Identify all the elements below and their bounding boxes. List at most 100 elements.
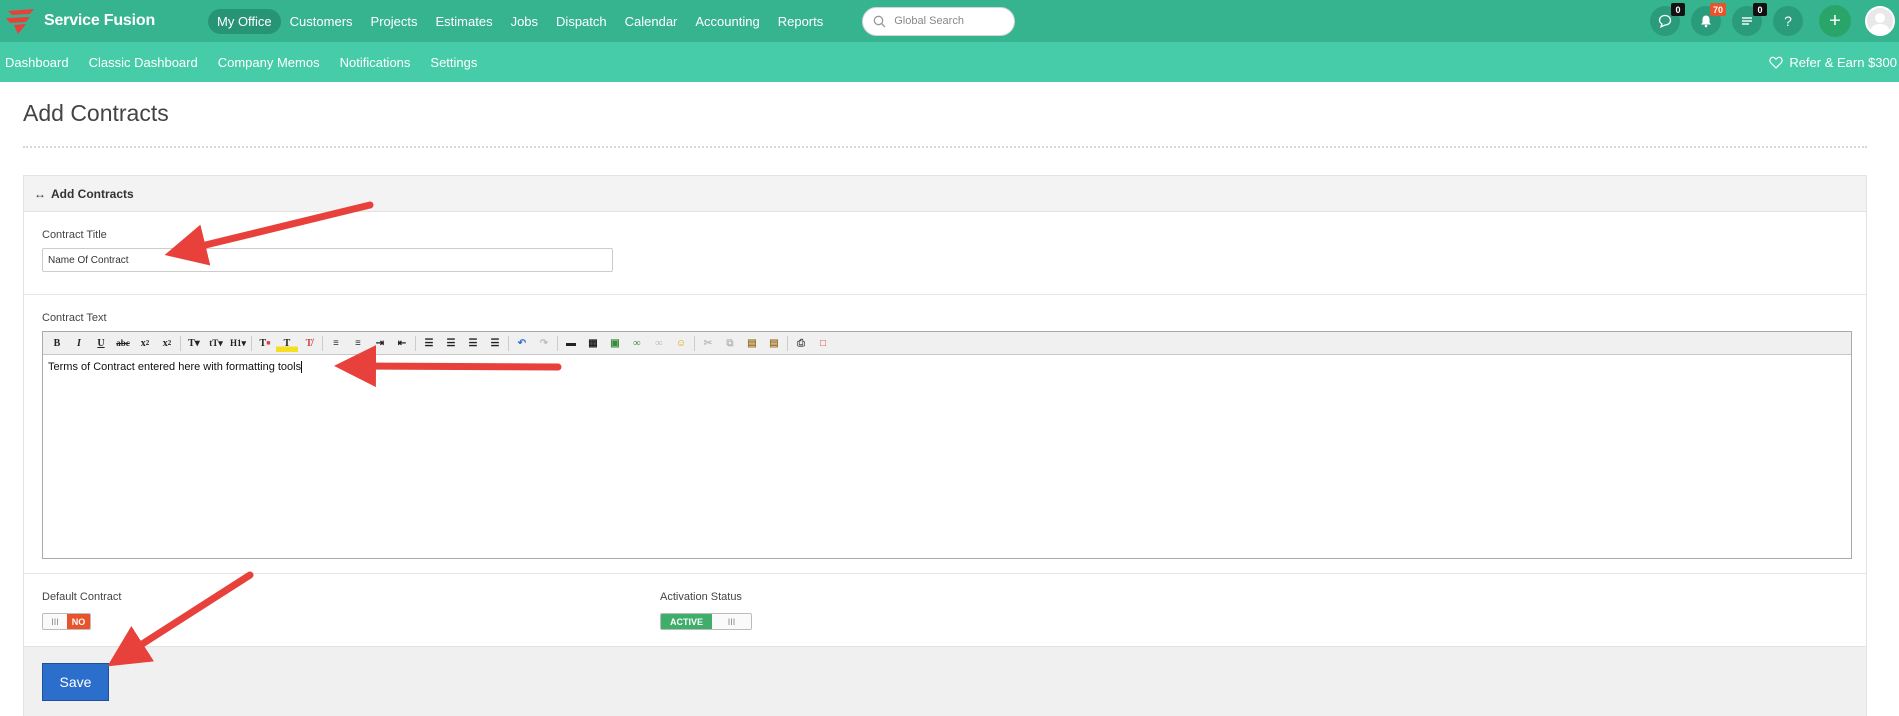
toolbar-separator [787,335,788,351]
nav-calendar[interactable]: Calendar [616,9,687,34]
editor-toolbar: B I U abc x2 x2 T▾ tT▾ H1▾ T ■ T T̸ ≡ ≡ ⇥… [43,332,1851,355]
table-icon[interactable]: ▦ [582,334,604,352]
strikethrough-icon[interactable]: abc [112,334,134,352]
help-icon: ? [1784,13,1792,29]
superscript-icon[interactable]: x2 [156,334,178,352]
outdent-icon[interactable]: ⇤ [391,334,413,352]
nav-projects[interactable]: Projects [362,9,427,34]
expand-arrows-icon: ↔ [34,186,46,201]
contract-text-content: Terms of Contract entered here with form… [48,361,302,373]
contract-title-label: Contract Title [42,229,107,241]
help-button[interactable]: ? [1773,6,1803,36]
emoji-icon[interactable]: ☺ [670,334,692,352]
toolbar-separator [508,335,509,351]
subnav-dashboard[interactable]: Dashboard [5,55,69,70]
unlink-icon[interactable]: ∞ [648,334,670,352]
toolbar-separator [694,335,695,351]
refer-earn-label: Refer & Earn $300 [1789,54,1897,70]
toggle-handle: III [712,614,751,629]
user-avatar[interactable] [1865,6,1895,36]
list-icon [1742,17,1752,25]
align-center-icon[interactable]: ☰ [440,334,462,352]
top-navbar: Service Fusion My Office Customers Proje… [0,0,1899,42]
bullet-list-icon[interactable]: ≡ [325,334,347,352]
section-divider [24,294,1866,295]
nav-reports[interactable]: Reports [769,9,833,34]
subnav-classic-dashboard[interactable]: Classic Dashboard [89,55,198,70]
user-icon [1870,13,1890,34]
toolbar-separator [322,335,323,351]
subscript-icon[interactable]: x2 [134,334,156,352]
page-title: Add Contracts [23,100,169,126]
nav-jobs[interactable]: Jobs [502,9,547,34]
subnav-notifications[interactable]: Notifications [340,55,411,70]
underline-icon[interactable]: U [90,334,112,352]
plus-icon: + [1829,9,1841,32]
numbered-list-icon[interactable]: ≡ [347,334,369,352]
image-icon[interactable]: ▣ [604,334,626,352]
search-input[interactable] [894,15,1005,27]
section-divider [24,573,1866,574]
text-color-icon[interactable]: T ■ [254,334,276,352]
nav-estimates[interactable]: Estimates [427,9,502,34]
subnav-settings[interactable]: Settings [430,55,477,70]
contract-text-editor: B I U abc x2 x2 T▾ tT▾ H1▾ T ■ T T̸ ≡ ≡ ⇥… [42,331,1852,559]
horizontal-rule-icon[interactable]: ▬ [560,334,582,352]
default-contract-state: NO [67,614,90,629]
form-footer: Save [24,646,1866,716]
add-button[interactable]: + [1819,5,1851,37]
redo-icon[interactable]: ↷ [533,334,555,352]
notifications-button[interactable]: 70 [1691,3,1726,36]
highlight-icon[interactable]: T [276,334,298,352]
nav-customers[interactable]: Customers [281,9,362,34]
link-icon[interactable]: ∞ [626,334,648,352]
chat-button[interactable]: 0 [1650,3,1685,36]
title-divider [23,146,1867,148]
search-icon [873,15,886,27]
global-search[interactable] [862,6,1016,36]
paste-text-icon[interactable]: ▤ [763,334,785,352]
nav-my-office[interactable]: My Office [208,8,281,34]
paste-icon[interactable]: ▤ [741,334,763,352]
source-code-icon[interactable]: □ [812,334,834,352]
default-contract-label: Default Contract [42,591,122,603]
default-contract-toggle[interactable]: III NO [42,613,91,630]
panel-title: Add Contracts [51,186,134,201]
align-left-icon[interactable]: ☰ [418,334,440,352]
editor-content[interactable]: Terms of Contract entered here with form… [43,355,1851,379]
toolbar-separator [180,335,181,351]
panel-header[interactable]: ↔ Add Contracts [24,176,1866,212]
subnav-company-memos[interactable]: Company Memos [218,55,320,70]
activation-status-toggle[interactable]: ACTIVE III [660,613,752,630]
toggle-handle: III [43,614,67,629]
toolbar-separator [415,335,416,351]
service-fusion-logo-icon [6,9,34,34]
bold-icon[interactable]: B [46,334,68,352]
heart-icon [1769,56,1784,69]
contract-title-input[interactable] [42,248,613,272]
print-icon[interactable]: ⎙ [790,334,812,352]
font-family-icon[interactable]: T▾ [183,334,205,352]
indent-icon[interactable]: ⇥ [369,334,391,352]
refer-earn-link[interactable]: Refer & Earn $300 [1769,42,1897,82]
chat-icon [1658,14,1672,28]
sub-navbar: Dashboard Classic Dashboard Company Memo… [0,42,1899,82]
align-justify-icon[interactable]: ☰ [484,334,506,352]
font-size-icon[interactable]: tT▾ [205,334,227,352]
clear-format-icon[interactable]: T̸ [298,334,320,352]
brand-logo[interactable]: Service Fusion [4,7,200,35]
brand-name: Service Fusion [44,12,156,29]
align-right-icon[interactable]: ☰ [462,334,484,352]
activation-status-state: ACTIVE [661,614,712,629]
toolbar-separator [557,335,558,351]
tasks-button[interactable]: 0 [1732,3,1767,36]
header-actions: 0 70 0 ? + [1639,0,1899,42]
save-button[interactable]: Save [42,663,109,701]
heading-icon[interactable]: H1▾ [227,334,249,352]
copy-icon[interactable]: ⧉ [719,334,741,352]
nav-accounting[interactable]: Accounting [686,9,768,34]
cut-icon[interactable]: ✂ [697,334,719,352]
undo-icon[interactable]: ↶ [511,334,533,352]
italic-icon[interactable]: I [68,334,90,352]
nav-dispatch[interactable]: Dispatch [547,9,616,34]
